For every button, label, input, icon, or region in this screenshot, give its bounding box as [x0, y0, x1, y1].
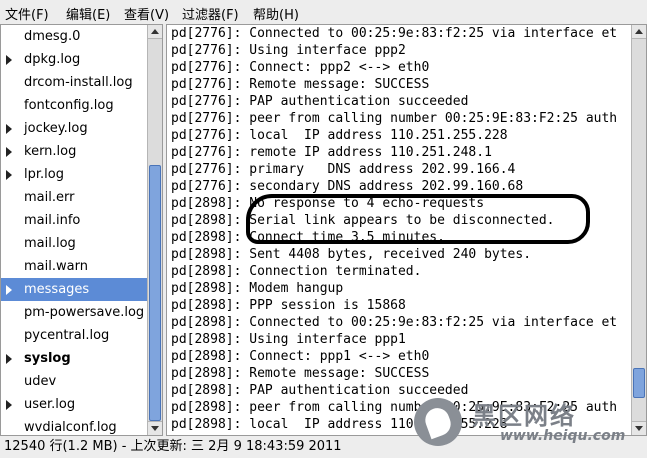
status-bar: 12540 行(1.2 MB) - 上次更新: 三 2月 9 18:43:59 … [0, 436, 647, 458]
expander-arrow-icon[interactable] [6, 124, 12, 134]
file-name: pm-powersave.log [24, 305, 145, 320]
log-line: pd[2776]: Using interface ppp2 [171, 43, 406, 58]
file-name: kern.log [24, 144, 77, 159]
menu-filters[interactable]: 过滤器(F) [182, 4, 239, 23]
log-line: pd[2898]: local IP address 110.251.255.2… [171, 417, 508, 432]
log-line: pd[2776]: peer from calling number 00:25… [171, 111, 618, 126]
expander-arrow-icon[interactable] [6, 400, 12, 410]
file-list-item[interactable]: pm-powersave.log [1, 301, 147, 324]
log-line: pd[2776]: local IP address 110.251.255.2… [171, 128, 508, 143]
file-list-item[interactable]: wvdialconf.log [1, 416, 147, 435]
log-line: pd[2898]: Connected to 00:25:9e:83:f2:25… [171, 315, 618, 330]
menubar: 文件(F) 编辑(E) 查看(V) 过滤器(F) 帮助(H) [0, 0, 647, 24]
file-name: mail.err [24, 190, 75, 205]
log-line: pd[2898]: Connect: ppp1 <--> eth0 [171, 349, 430, 364]
log-line: pd[2898]: No response to 4 echo-requests [171, 196, 485, 211]
file-name: wvdialconf.log [24, 420, 117, 435]
file-list-item[interactable]: dpkg.log [1, 48, 147, 71]
expander-arrow-icon[interactable] [6, 285, 12, 295]
file-name: mail.info [24, 213, 81, 228]
log-scroll-up-button[interactable] [632, 25, 646, 39]
log-line: pd[2898]: Remote message: SUCCESS [171, 366, 430, 381]
log-line: pd[2898]: peer from calling number 00:25… [171, 400, 618, 415]
menu-file[interactable]: 文件(F) [5, 4, 49, 23]
file-name: messages [24, 282, 90, 297]
file-name: drcom-install.log [24, 75, 133, 90]
chevron-down-icon [151, 426, 159, 431]
scroll-up-button[interactable] [148, 25, 162, 39]
log-line: pd[2898]: Connect time 3.5 minutes. [171, 230, 445, 245]
chevron-up-icon [635, 29, 643, 34]
file-name: mail.warn [24, 259, 88, 274]
chevron-down-icon [635, 426, 643, 431]
file-name: mail.log [24, 236, 76, 251]
chevron-up-icon [151, 29, 159, 34]
log-line: pd[2898]: Using interface ppp1 [171, 332, 406, 347]
file-list-item[interactable]: fontconfig.log [1, 94, 147, 117]
log-text-view[interactable]: pd[2776]: Connected to 00:25:9e:83:f2:25… [171, 25, 627, 433]
file-name: fontconfig.log [24, 98, 114, 113]
file-list-item[interactable]: drcom-install.log [1, 71, 147, 94]
file-list-item[interactable]: lpr.log [1, 163, 147, 186]
log-line: pd[2898]: Modem hangup [171, 281, 344, 296]
file-list-item[interactable]: kern.log [1, 140, 147, 163]
menu-view[interactable]: 查看(V) [124, 4, 169, 23]
log-line: pd[2776]: Connect: ppp2 <--> eth0 [171, 60, 430, 75]
log-line: pd[2776]: remote IP address 110.251.248.… [171, 145, 492, 160]
scrollbar-thumb[interactable] [149, 165, 161, 421]
file-name: jockey.log [24, 121, 88, 136]
file-name: udev [24, 374, 57, 389]
file-name: dmesg.0 [24, 29, 81, 44]
file-list-item[interactable]: syslog [1, 347, 147, 370]
log-line: pd[2898]: PPP session is 15868 [171, 298, 406, 313]
log-line: pd[2898]: Connection terminated. [171, 264, 422, 279]
file-name: dpkg.log [24, 52, 81, 67]
log-line: pd[2776]: Connected to 00:25:9e:83:f2:25… [171, 26, 618, 41]
menu-edit[interactable]: 编辑(E) [66, 4, 110, 23]
log-line: pd[2776]: primary DNS address 202.99.166… [171, 162, 516, 177]
scroll-down-button[interactable] [148, 421, 162, 435]
file-list-item[interactable]: udev [1, 370, 147, 393]
file-name: user.log [24, 397, 76, 412]
file-list-item[interactable]: mail.log [1, 232, 147, 255]
file-list-item[interactable]: dmesg.0 [1, 25, 147, 48]
file-list-item[interactable]: mail.info [1, 209, 147, 232]
file-name: lpr.log [24, 167, 64, 182]
file-list-item[interactable]: messages [1, 278, 147, 301]
log-line: pd[2776]: Remote message: SUCCESS [171, 77, 430, 92]
log-line: pd[2776]: PAP authentication succeeded [171, 94, 469, 109]
file-list-item[interactable]: pycentral.log [1, 324, 147, 347]
file-name: syslog [24, 351, 71, 366]
log-scrollbar[interactable] [631, 25, 646, 435]
file-list-item[interactable]: mail.err [1, 186, 147, 209]
expander-arrow-icon[interactable] [6, 147, 12, 157]
file-list-item[interactable]: mail.warn [1, 255, 147, 278]
log-content-pane: pd[2776]: Connected to 00:25:9e:83:f2:25… [166, 24, 647, 436]
expander-arrow-icon[interactable] [6, 55, 12, 65]
file-list-item[interactable]: user.log [1, 393, 147, 416]
log-scroll-down-button[interactable] [632, 421, 646, 435]
log-line: pd[2898]: PAP authentication succeeded [171, 383, 469, 398]
file-list-scrollbar[interactable] [147, 25, 162, 435]
log-line: pd[2898]: Sent 4408 bytes, received 240 … [171, 247, 532, 262]
log-line: pd[2776]: secondary DNS address 202.99.1… [171, 179, 524, 194]
expander-arrow-icon[interactable] [6, 354, 12, 364]
file-list-item[interactable]: jockey.log [1, 117, 147, 140]
log-scrollbar-thumb[interactable] [633, 367, 645, 399]
log-file-list: dmesg.0 dpkg.log drcom-install.log fontconf… [1, 25, 147, 435]
menu-help[interactable]: 帮助(H) [253, 4, 299, 23]
expander-arrow-icon[interactable] [6, 170, 12, 180]
log-line: pd[2898]: Serial link appears to be disc… [171, 213, 555, 228]
log-file-list-pane: dmesg.0 dpkg.log drcom-install.log fontconf… [0, 24, 163, 436]
file-name: pycentral.log [24, 328, 110, 343]
status-text: 12540 行(1.2 MB) - 上次更新: 三 2月 9 18:43:59 … [4, 439, 342, 454]
